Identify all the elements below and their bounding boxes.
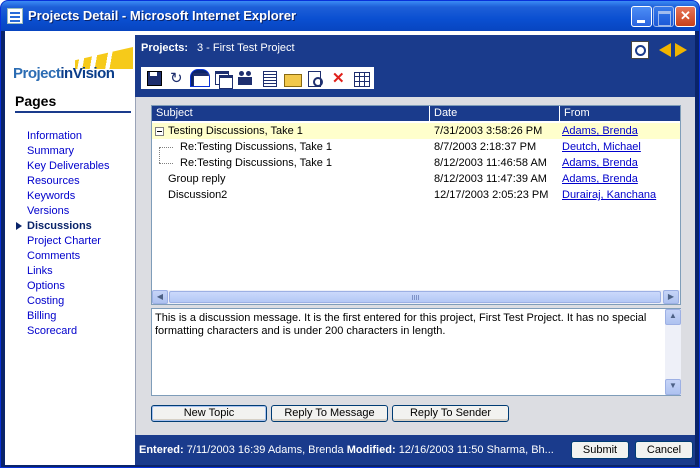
sidebar-item-billing[interactable]: Billing: [15, 309, 133, 324]
column-subject[interactable]: Subject: [152, 106, 430, 121]
tree-line: [159, 163, 173, 164]
submit-button[interactable]: Submit: [571, 441, 629, 459]
project-invision-logo: ProjectinVision: [13, 45, 133, 89]
reply-to-message-button[interactable]: Reply To Message: [271, 405, 388, 422]
row-subject: Re:Testing Discussions, Take 1: [180, 157, 333, 169]
discussion-list[interactable]: Subject Date From Testing Discussions, T…: [151, 105, 681, 305]
row-date: 8/12/2003 11:46:58 AM: [434, 157, 547, 169]
toolbar-row: [135, 61, 695, 97]
pages-heading: Pages: [15, 93, 57, 109]
row-date: 12/17/2003 2:05:23 PM: [434, 189, 549, 201]
row-from-link[interactable]: Adams, Brenda: [562, 123, 680, 139]
left-pane: ProjectinVision Pages Information Summar…: [7, 33, 133, 465]
audit-info: Entered: 7/11/2003 16:39 Adams, Brenda M…: [139, 444, 554, 456]
row-from-link[interactable]: Adams, Brenda: [562, 155, 680, 171]
report-icon[interactable]: [259, 69, 279, 87]
preview-icon[interactable]: [305, 69, 325, 87]
sidebar-item-key-deliverables[interactable]: Key Deliverables: [15, 159, 133, 174]
horizontal-scrollbar[interactable]: ◀ ▶: [152, 290, 680, 304]
pages-nav: Information Summary Key Deliverables Res…: [15, 129, 133, 339]
window-title: Projects Detail - Microsoft Internet Exp…: [28, 8, 297, 23]
column-from[interactable]: From: [560, 106, 680, 121]
sidebar-item-project-charter[interactable]: Project Charter: [15, 234, 133, 249]
grid-icon[interactable]: [351, 69, 371, 87]
right-pane: Projects: 3 - First Test Project ↻ ✕ Sub…: [135, 31, 695, 465]
project-name: 3 - First Test Project: [197, 42, 295, 54]
table-row[interactable]: Testing Discussions, Take 1 7/31/2003 3:…: [152, 123, 680, 139]
sidebar-item-versions[interactable]: Versions: [15, 204, 133, 219]
table-row[interactable]: Discussion2 12/17/2003 2:05:23 PM Durair…: [152, 187, 680, 203]
scroll-up-icon[interactable]: ▲: [665, 309, 681, 325]
table-row[interactable]: Re:Testing Discussions, Take 1 8/7/2003 …: [152, 139, 680, 155]
tree-line: [159, 147, 173, 148]
row-date: 8/12/2003 11:47:39 AM: [434, 173, 547, 185]
collapse-icon[interactable]: [155, 127, 164, 136]
cancel-button[interactable]: Cancel: [635, 441, 693, 459]
table-row[interactable]: Group reply 8/12/2003 11:47:39 AM Adams,…: [152, 171, 680, 187]
browser-window: Projects Detail - Microsoft Internet Exp…: [0, 0, 700, 468]
scroll-right-icon[interactable]: ▶: [663, 290, 679, 304]
folder-icon[interactable]: [282, 69, 302, 87]
row-date: 8/7/2003 2:18:37 PM: [434, 141, 537, 153]
scroll-thumb[interactable]: [169, 291, 661, 303]
save-icon[interactable]: [144, 69, 164, 87]
delete-icon[interactable]: [328, 69, 348, 87]
close-button[interactable]: ✕: [675, 6, 696, 27]
message-textarea[interactable]: This is a discussion message. It is the …: [151, 308, 681, 396]
sidebar-item-information[interactable]: Information: [15, 129, 133, 144]
next-arrow-icon[interactable]: [675, 43, 687, 57]
table-row[interactable]: Re:Testing Discussions, Take 1 8/12/2003…: [152, 155, 680, 171]
new-topic-button[interactable]: New Topic: [151, 405, 267, 422]
ie-page-icon: [7, 8, 23, 24]
vertical-scrollbar[interactable]: ▲ ▼: [665, 309, 681, 395]
sidebar-item-comments[interactable]: Comments: [15, 249, 133, 264]
record-status-bar: Entered: 7/11/2003 16:39 Adams, Brenda M…: [135, 435, 695, 465]
reply-to-sender-button[interactable]: Reply To Sender: [392, 405, 509, 422]
scroll-down-icon[interactable]: ▼: [665, 379, 681, 395]
tree-line: [159, 147, 160, 163]
row-subject: Re:Testing Discussions, Take 1: [180, 141, 333, 153]
refresh-icon[interactable]: [167, 69, 187, 87]
sidebar-item-links[interactable]: Links: [15, 264, 133, 279]
sidebar-item-options[interactable]: Options: [15, 279, 133, 294]
row-from-link[interactable]: Adams, Brenda: [562, 171, 680, 187]
message-text: This is a discussion message. It is the …: [155, 312, 647, 337]
column-date[interactable]: Date: [430, 106, 560, 121]
pages-divider: [15, 111, 131, 113]
sidebar-item-scorecard[interactable]: Scorecard: [15, 324, 133, 339]
maximize-button[interactable]: [653, 6, 674, 27]
previous-arrow-icon[interactable]: [659, 43, 671, 57]
list-header: Subject Date From: [152, 106, 680, 121]
toolbar: [141, 67, 374, 89]
sidebar-item-summary[interactable]: Summary: [15, 144, 133, 159]
sidebar-item-keywords[interactable]: Keywords: [15, 189, 133, 204]
row-subject: Testing Discussions, Take 1: [168, 125, 303, 137]
project-header: Projects: 3 - First Test Project: [135, 35, 695, 61]
row-from-link[interactable]: Deutch, Michael: [562, 139, 680, 155]
search-icon[interactable]: [631, 41, 649, 59]
people-icon[interactable]: [236, 69, 256, 87]
sidebar-item-costing[interactable]: Costing: [15, 294, 133, 309]
sidebar-item-discussions[interactable]: Discussions: [15, 219, 133, 234]
row-from-link[interactable]: Durairaj, Kanchana: [562, 187, 680, 203]
row-subject: Group reply: [168, 173, 226, 185]
page-client-area: ProjectinVision Pages Information Summar…: [5, 31, 695, 465]
window-icon[interactable]: [190, 69, 210, 87]
row-subject: Discussion2: [168, 189, 228, 201]
minimize-button[interactable]: [631, 6, 652, 27]
windows-icon[interactable]: [213, 69, 233, 89]
scroll-left-icon[interactable]: ◀: [152, 290, 168, 304]
project-label: Projects:: [141, 42, 189, 54]
title-bar[interactable]: Projects Detail - Microsoft Internet Exp…: [1, 1, 699, 31]
row-date: 7/31/2003 3:58:26 PM: [434, 125, 543, 137]
sidebar-item-resources[interactable]: Resources: [15, 174, 133, 189]
